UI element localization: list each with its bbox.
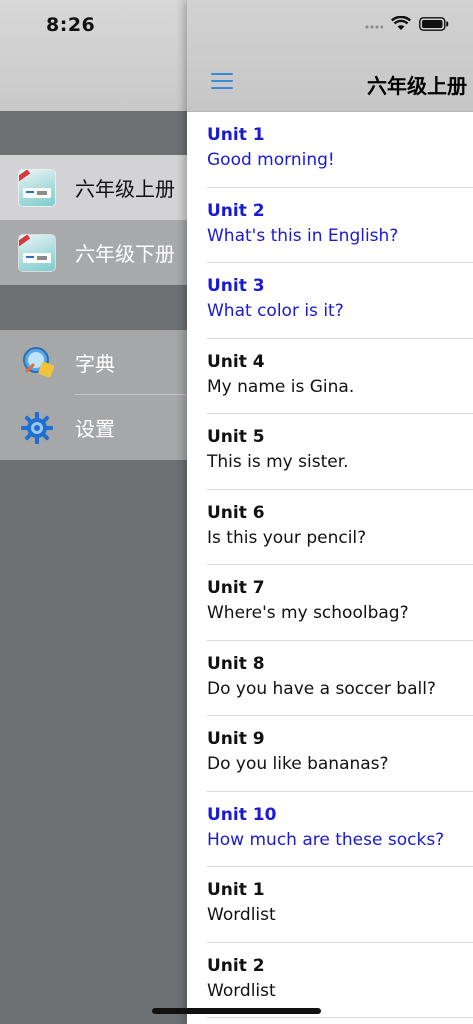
unit-row[interactable]: Unit 10 How much are these socks? — [187, 792, 473, 867]
unit-title: Unit 9 — [207, 729, 265, 749]
unit-subtitle: Do you like bananas? — [207, 754, 389, 774]
unit-row[interactable]: Unit 7 Where's my schoolbag? — [187, 565, 473, 641]
unit-title: Unit 8 — [207, 653, 265, 674]
cellular-signal-icon — [365, 25, 383, 28]
home-indicator[interactable] — [152, 1008, 321, 1014]
unit-row[interactable]: Unit 3 What color is it? — [187, 263, 473, 339]
page-title: 六年级上册 — [367, 74, 467, 98]
unit-subtitle: Wordlist — [207, 980, 276, 1001]
drawer-book-list: 六年级上册 六年级下册 — [0, 155, 190, 285]
navigation-bar: 六年级上册 — [187, 0, 473, 112]
row-divider — [207, 1017, 473, 1018]
unit-subtitle: What color is it? — [207, 301, 344, 321]
dictionary-icon — [23, 347, 55, 378]
status-icons — [365, 16, 449, 31]
unit-row[interactable]: Unit 5 This is my sister. — [187, 414, 473, 490]
unit-title: Unit 2 — [207, 955, 265, 976]
unit-subtitle: Do you have a soccer ball? — [207, 678, 436, 699]
unit-subtitle: My name is Gina. — [207, 376, 355, 397]
drawer-item-settings[interactable]: 设置 — [0, 395, 190, 460]
drawer-item-book-1[interactable]: 六年级上册 — [0, 155, 190, 220]
unit-subtitle: Wordlist — [207, 905, 276, 925]
unit-row[interactable]: Unit 4 My name is Gina. — [187, 339, 473, 414]
drawer-item-book-2[interactable]: 六年级下册 — [0, 220, 190, 285]
wifi-icon — [391, 16, 411, 30]
unit-list-panel: 六年级上册 Unit 1 Good morning! Unit 2 What's th… — [187, 0, 473, 1024]
drawer-item-label: 设置 — [75, 417, 115, 441]
unit-row[interactable]: Unit 9 Do you like bananas? — [187, 716, 473, 792]
unit-subtitle: Good morning! — [207, 150, 335, 170]
unit-row[interactable]: Unit 8 Do you have a soccer ball? — [187, 641, 473, 716]
book-cover-icon — [19, 235, 55, 271]
hamburger-menu-icon — [211, 73, 233, 75]
unit-row[interactable]: Unit 6 Is this your pencil? — [187, 490, 473, 565]
app-screen: 8:26 六年级上册 六年级下册 字典 设置 六年级上册 Unit 1 Good… — [0, 0, 473, 1024]
unit-row[interactable]: Unit 2 What's this in English? — [187, 188, 473, 263]
book-cover-icon — [19, 170, 55, 206]
unit-subtitle: Where's my schoolbag? — [207, 603, 409, 623]
unit-subtitle: Is this your pencil? — [207, 527, 367, 548]
drawer-item-label: 六年级上册 — [75, 177, 175, 201]
unit-title: Unit 3 — [207, 276, 265, 296]
gear-icon — [21, 412, 53, 444]
unit-title: Unit 7 — [207, 578, 265, 598]
menu-button[interactable] — [211, 70, 233, 92]
status-time: 8:26 — [46, 14, 96, 36]
unit-row[interactable]: Unit 2 Wordlist — [187, 943, 473, 1018]
unit-title: Unit 10 — [207, 804, 277, 825]
unit-title: Unit 4 — [207, 351, 265, 372]
unit-title: Unit 1 — [207, 125, 265, 145]
unit-list: Unit 1 Good morning! Unit 2 What's this in … — [187, 112, 473, 1018]
unit-subtitle: What's this in English? — [207, 225, 399, 246]
unit-subtitle: This is my sister. — [207, 452, 349, 472]
battery-icon — [419, 16, 449, 31]
unit-subtitle: How much are these socks? — [207, 829, 445, 850]
unit-title: Unit 6 — [207, 502, 265, 523]
drawer-item-dictionary[interactable]: 字典 — [0, 330, 190, 395]
drawer-item-label: 六年级下册 — [75, 242, 175, 266]
drawer-item-label: 字典 — [75, 352, 115, 376]
unit-title: Unit 2 — [207, 200, 265, 221]
unit-row[interactable]: Unit 1 Good morning! — [187, 112, 473, 188]
unit-title: Unit 5 — [207, 427, 265, 447]
unit-title: Unit 1 — [207, 880, 265, 900]
unit-row[interactable]: Unit 1 Wordlist — [187, 867, 473, 943]
drawer-tool-list: 字典 设置 — [0, 330, 190, 460]
drawer-header: 8:26 — [0, 0, 190, 111]
